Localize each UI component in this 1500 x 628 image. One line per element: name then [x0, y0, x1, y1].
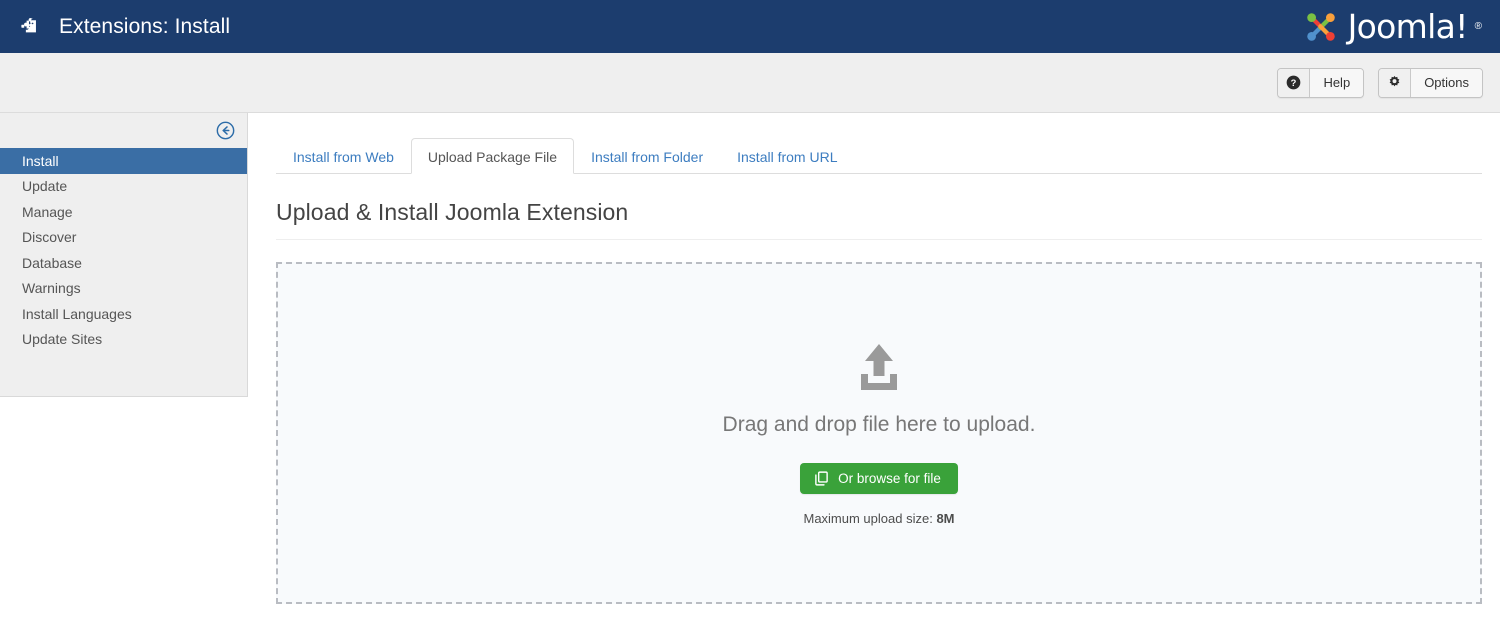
- sidebar-item-label: Update: [22, 178, 67, 194]
- svg-text:?: ?: [1291, 78, 1297, 88]
- joomla-brand-logo: Joomla! ®: [1301, 7, 1482, 47]
- tab-install-from-web[interactable]: Install from Web: [276, 138, 411, 174]
- sidebar-toggle-row: [0, 113, 247, 148]
- max-upload-size-label: Maximum upload size:: [803, 511, 932, 526]
- help-button[interactable]: ? Help: [1277, 68, 1364, 98]
- max-upload-size-value: 8M: [936, 511, 954, 526]
- tab-label: Install from URL: [737, 149, 837, 165]
- question-circle-icon: ?: [1278, 69, 1310, 97]
- page-title: Extensions: Install: [59, 15, 230, 39]
- sidebar-item-label: Warnings: [22, 280, 81, 296]
- tab-upload-package-file[interactable]: Upload Package File: [411, 138, 574, 174]
- tab-label: Install from Web: [293, 149, 394, 165]
- browse-button-label: Or browse for file: [838, 471, 941, 486]
- sidebar-item-database[interactable]: Database: [0, 250, 247, 276]
- sidebar-item-label: Update Sites: [22, 331, 102, 347]
- main-content: Install from Web Upload Package File Ins…: [248, 113, 1500, 604]
- install-method-tabs: Install from Web Upload Package File Ins…: [276, 137, 1482, 174]
- copy-files-icon: [814, 471, 829, 486]
- sidebar-item-discover[interactable]: Discover: [0, 225, 247, 251]
- sidebar-item-label: Install: [22, 153, 59, 169]
- registered-mark: ®: [1475, 22, 1482, 32]
- sidebar-item-update[interactable]: Update: [0, 174, 247, 200]
- sidebar-item-warnings[interactable]: Warnings: [0, 276, 247, 302]
- app-header: Extensions: Install Joomla! ®: [0, 0, 1500, 53]
- tab-install-from-folder[interactable]: Install from Folder: [574, 138, 720, 174]
- sidebar-menu: Install Update Manage Discover Database …: [0, 148, 247, 352]
- browse-for-file-button[interactable]: Or browse for file: [800, 463, 958, 494]
- toolbar: ? Help Options: [0, 53, 1500, 113]
- tab-install-from-url[interactable]: Install from URL: [720, 138, 854, 174]
- joomla-logo-icon: [1301, 7, 1341, 47]
- sidebar-item-manage[interactable]: Manage: [0, 199, 247, 225]
- sidebar-item-label: Manage: [22, 204, 73, 220]
- sidebar-item-install[interactable]: Install: [0, 148, 247, 174]
- sidebar-item-label: Database: [22, 255, 82, 271]
- sidebar-item-install-languages[interactable]: Install Languages: [0, 301, 247, 327]
- max-upload-size: Maximum upload size: 8M: [803, 511, 954, 526]
- sidebar-item-label: Discover: [22, 229, 76, 245]
- sidebar-item-label: Install Languages: [22, 306, 132, 322]
- help-button-label: Help: [1310, 69, 1363, 97]
- gear-icon: [1379, 69, 1411, 97]
- options-button[interactable]: Options: [1378, 68, 1483, 98]
- header-left-group: Extensions: Install: [20, 15, 230, 39]
- joomla-wordmark: Joomla!: [1348, 10, 1468, 43]
- tab-label: Upload Package File: [428, 149, 557, 165]
- arrow-circle-left-icon[interactable]: [216, 121, 235, 140]
- page-body: Install Update Manage Discover Database …: [0, 113, 1500, 628]
- sidebar: Install Update Manage Discover Database …: [0, 113, 248, 397]
- sidebar-item-update-sites[interactable]: Update Sites: [0, 327, 247, 353]
- options-button-label: Options: [1411, 69, 1482, 97]
- section-heading: Upload & Install Joomla Extension: [276, 174, 1482, 240]
- dropzone-message: Drag and drop file here to upload.: [723, 413, 1036, 437]
- tab-label: Install from Folder: [591, 149, 703, 165]
- file-dropzone[interactable]: Drag and drop file here to upload. Or br…: [276, 262, 1482, 604]
- puzzle-piece-icon: [20, 16, 42, 38]
- upload-arrow-icon: [853, 341, 905, 413]
